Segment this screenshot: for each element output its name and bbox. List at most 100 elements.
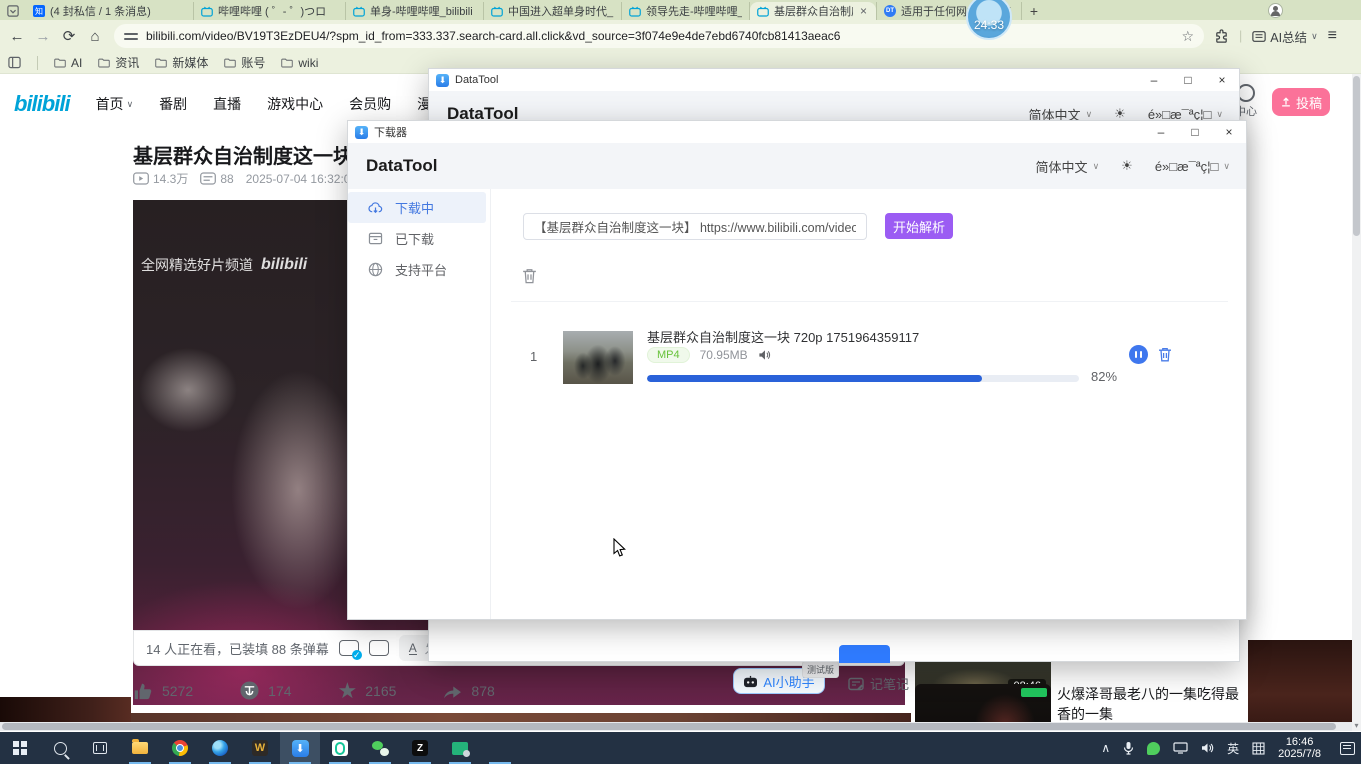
danmaku-count-icon — [200, 172, 216, 185]
favorite-button[interactable]: ★ 2165 — [338, 682, 397, 700]
refresh-icon[interactable]: ⟳ — [56, 23, 82, 49]
maximize-button[interactable]: □ — [1178, 121, 1212, 143]
sidebar-item-downloading[interactable]: 下载中 — [348, 192, 486, 223]
close-button[interactable]: × — [1205, 69, 1239, 91]
pause-button[interactable] — [1129, 345, 1148, 364]
audio-icon[interactable] — [758, 349, 771, 361]
danmaku-toggle-icon[interactable] — [339, 640, 359, 656]
vertical-scrollbar[interactable]: ▾ — [1352, 74, 1361, 731]
scroll-down-icon[interactable]: ▾ — [1352, 721, 1361, 730]
file-explorer-button[interactable] — [120, 732, 160, 764]
nav-bangumi[interactable]: 番剧 — [159, 94, 187, 114]
site-info-icon[interactable] — [124, 31, 138, 41]
flower-app-button[interactable] — [480, 732, 520, 764]
download-item-thumbnail — [563, 331, 633, 384]
clear-list-trash-icon[interactable] — [521, 267, 538, 285]
parse-button[interactable]: 开始解析 — [885, 213, 953, 239]
font-style-icon[interactable]: A — [409, 642, 417, 655]
minimize-button[interactable]: – — [1144, 121, 1178, 143]
bookmark-zhanghao[interactable]: 账号 — [224, 54, 265, 71]
file-size: 70.95MB — [700, 348, 748, 362]
recommended-video-title[interactable]: 火爆泽哥最老八的一集吃得最 香的一集 — [1057, 684, 1247, 722]
forward-icon[interactable]: → — [30, 23, 56, 49]
minimize-button[interactable]: – — [1137, 69, 1171, 91]
sidebar-item-platforms[interactable]: 支持平台 — [348, 254, 486, 285]
bookmark-xinmeiti[interactable]: 新媒体 — [155, 54, 208, 71]
screen-share-button[interactable] — [440, 732, 480, 764]
ime-grid-icon[interactable] — [1252, 742, 1265, 755]
tab-jiceng-active[interactable]: 基层群众自治制度 × — [750, 2, 876, 20]
capcut-button[interactable]: Z — [400, 732, 440, 764]
upload-button[interactable]: 投稿 — [1272, 88, 1330, 116]
browser-profile-avatar[interactable] — [1268, 3, 1283, 18]
tab-lingdao[interactable]: 领导先走-哔哩哔哩_b — [622, 2, 750, 20]
home-icon[interactable]: ⌂ — [82, 23, 108, 49]
chrome-button[interactable] — [160, 732, 200, 764]
ime-language-indicator[interactable]: 英 — [1227, 740, 1239, 757]
language-selector[interactable]: 简体中文∨ — [1036, 157, 1100, 176]
new-tab-button[interactable]: + — [1022, 2, 1046, 20]
side-panel-icon[interactable] — [8, 56, 21, 69]
bilibili-logo[interactable]: bilibili — [14, 91, 70, 117]
bookmark-ai[interactable]: AI — [54, 56, 82, 70]
taskbar-clock[interactable]: 16:46 2025/7/8 — [1278, 736, 1321, 760]
tray-expand-icon[interactable]: ∧ — [1101, 741, 1110, 755]
tab-close-icon[interactable]: × — [858, 4, 869, 18]
scrollbar-thumb[interactable] — [1353, 76, 1360, 236]
parse-url-input[interactable] — [523, 213, 867, 240]
sidebar-item-downloaded[interactable]: 已下载 — [348, 223, 486, 254]
bookmark-star-icon[interactable]: ☆ — [1181, 28, 1194, 45]
like-button[interactable]: 5272 — [133, 681, 193, 701]
window-title-bar[interactable]: ⬇ 下载器 – □ × — [348, 121, 1246, 143]
start-button[interactable] — [0, 732, 40, 764]
theme-toggle-icon[interactable]: ☀ — [1121, 158, 1133, 174]
nav-game-center[interactable]: 游戏中心 — [267, 94, 323, 114]
ai-summary-extension[interactable]: AI总结 ∨ — [1252, 27, 1317, 46]
notification-center-icon[interactable] — [1340, 742, 1355, 755]
extensions-icon[interactable] — [1214, 29, 1229, 44]
ai-assistant[interactable]: 测试版 AI小助手 — [733, 668, 825, 694]
datatool-taskbar-button[interactable]: ⬇ — [280, 732, 320, 764]
network-display-icon[interactable] — [1173, 742, 1188, 754]
nav-live[interactable]: 直播 — [213, 94, 241, 114]
tab-bilibili-home[interactable]: 哔哩哔哩 ( ゜- ゜)つロ — [194, 2, 346, 20]
back-icon[interactable]: ← — [4, 23, 30, 49]
taskbar-search-button[interactable] — [40, 732, 80, 764]
green-app-button[interactable] — [320, 732, 360, 764]
partial-blue-button[interactable] — [839, 645, 890, 663]
tab-zhongguo[interactable]: 中国进入超单身时代_ — [484, 2, 622, 20]
wechat-button[interactable] — [360, 732, 400, 764]
maximize-button[interactable]: □ — [1171, 69, 1205, 91]
close-button[interactable]: × — [1212, 121, 1246, 143]
tab-search-icon[interactable] — [0, 2, 26, 20]
wechat-tray-icon[interactable] — [1147, 742, 1160, 755]
task-view-icon — [93, 742, 107, 754]
window-title-bar[interactable]: ⬇ DataTool – □ × — [429, 69, 1239, 91]
danmaku-settings-icon[interactable] — [369, 640, 389, 656]
share-button[interactable]: 878 — [442, 682, 494, 700]
url-text[interactable]: bilibili.com/video/BV19T3EzDEU4/?spm_id_… — [146, 29, 1173, 43]
volume-icon[interactable] — [1201, 742, 1214, 754]
nav-home[interactable]: 首页∨ — [96, 94, 134, 114]
tab-danshen[interactable]: 单身-哔哩哔哩_bilibili — [346, 2, 484, 20]
browser-menu-icon[interactable]: ≡ — [1328, 27, 1337, 45]
task-view-button[interactable] — [80, 732, 120, 764]
bookmark-zixun[interactable]: 资讯 — [98, 54, 139, 71]
nav-vip-shop[interactable]: 会员购 — [349, 94, 391, 114]
wps-button[interactable]: W — [240, 732, 280, 764]
horizontal-scrollbar[interactable] — [0, 722, 1352, 731]
download-progress-bar — [647, 375, 1079, 382]
recommended-video-thumbnail[interactable] — [915, 684, 1051, 722]
coin-button[interactable]: 174 — [239, 680, 291, 701]
browser-button[interactable] — [200, 732, 240, 764]
play-count-icon — [133, 172, 149, 185]
microphone-icon[interactable] — [1123, 741, 1134, 755]
take-notes-button[interactable]: 记笔记 — [848, 674, 909, 693]
scrollbar-thumb[interactable] — [2, 723, 1336, 730]
tab-zhihu-messages[interactable]: 知 (4 封私信 / 1 条消息) — [26, 2, 194, 20]
delete-download-icon[interactable] — [1157, 346, 1173, 363]
folder-icon — [281, 57, 293, 68]
address-bar[interactable]: bilibili.com/video/BV19T3EzDEU4/?spm_id_… — [114, 24, 1204, 48]
theme-mode-selector[interactable]: é»□æ¯ªç¦□∨ — [1155, 159, 1230, 174]
bookmark-wiki[interactable]: wiki — [281, 56, 318, 70]
